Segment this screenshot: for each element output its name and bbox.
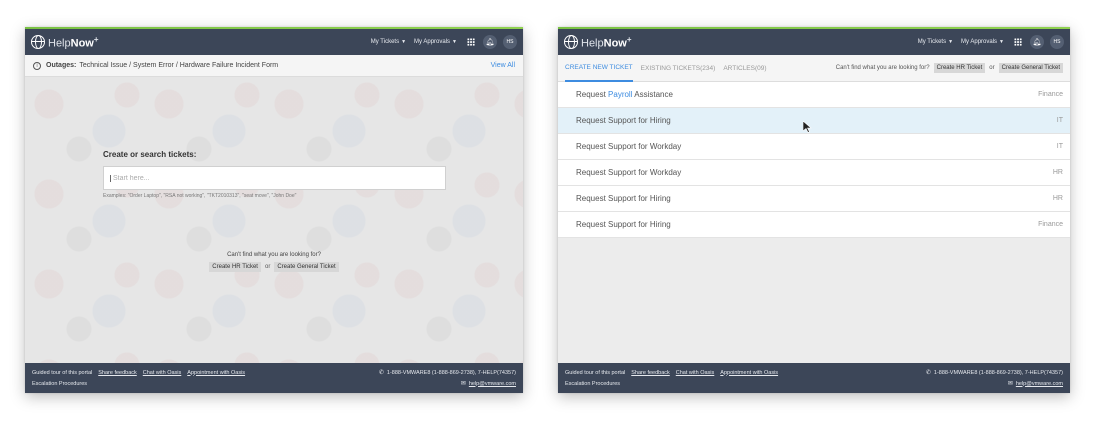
chat-oasis-link[interactable]: Chat with Oasis	[676, 370, 715, 376]
search-input[interactable]	[110, 174, 439, 182]
search-box	[103, 166, 446, 190]
escalation-link[interactable]: Escalation Procedures	[32, 381, 87, 387]
phone-number: 1-888-VMWARE8 (1-888-869-2738), 7-HELP(7…	[933, 369, 1063, 376]
globe-icon	[564, 35, 578, 49]
my-approvals-menu[interactable]: My Approvals ▼	[961, 39, 1004, 45]
ticket-department: IT	[1056, 143, 1063, 150]
email-link[interactable]: help@vmware.com	[469, 381, 516, 387]
search-hero: Create or search tickets: Examples: "Ord…	[25, 77, 523, 363]
top-navbar: HelpNow+ My Tickets ▼ My Approvals ▼ 🔔︎ HS	[25, 29, 523, 55]
outage-label: Outages:	[46, 62, 77, 69]
share-feedback-link[interactable]: Share feedback	[631, 370, 670, 376]
create-ticket-buttons: Create HR Ticket or Create General Ticke…	[25, 262, 523, 272]
guided-tour-link[interactable]: Guided tour of this portal	[32, 370, 92, 376]
or-text: or	[264, 264, 271, 270]
appointment-oasis-link[interactable]: Appointment with Oasis	[187, 370, 245, 376]
list-item[interactable]: Request Payroll Assistance Finance	[558, 82, 1070, 108]
my-tickets-menu[interactable]: My Tickets ▼	[918, 39, 953, 45]
ticket-title: Request Support for Hiring	[576, 194, 671, 203]
helpnow-logo[interactable]: HelpNow+	[31, 34, 99, 50]
avatar[interactable]: HS	[503, 35, 517, 49]
tab-articles[interactable]: ARTICLES(09)	[723, 55, 766, 82]
logo-text: HelpNow+	[48, 34, 99, 50]
chevron-down-icon: ▼	[948, 39, 954, 45]
list-item[interactable]: Request Support for Hiring Finance	[558, 212, 1070, 238]
chat-oasis-link[interactable]: Chat with Oasis	[143, 370, 182, 376]
helpnow-logo[interactable]: HelpNow+	[564, 34, 632, 50]
ticket-department: Finance	[1038, 221, 1063, 228]
list-item[interactable]: Request Support for Workday IT	[558, 134, 1070, 160]
ticket-department: Finance	[1038, 91, 1063, 98]
info-icon: i	[33, 61, 41, 70]
my-approvals-label: My Approvals	[414, 39, 451, 45]
chevron-down-icon: ▼	[452, 39, 457, 45]
hero-title: Create or search tickets:	[103, 150, 197, 159]
my-tickets-label: My Tickets	[917, 39, 947, 45]
ticket-department: IT	[1056, 117, 1063, 124]
my-approvals-menu[interactable]: My Approvals ▼	[414, 39, 457, 45]
my-tickets-label: My Tickets	[370, 39, 400, 45]
create-hr-ticket-button[interactable]: Create HR Ticket	[933, 63, 986, 73]
helpnow-results-window: HelpNow+ My Tickets ▼ My Approvals ▼ 🔔︎ HS…	[558, 27, 1070, 393]
tab-existing-tickets[interactable]: EXISTING TICKETS(234)	[641, 55, 716, 82]
ticket-department: HR	[1052, 195, 1063, 202]
cant-find-text: Can't find what you are looking for?	[835, 65, 930, 71]
ticket-title: Request Payroll Assistance	[576, 90, 673, 99]
list-item[interactable]: Request Support for Workday HR	[558, 160, 1070, 186]
tab-create-new-ticket[interactable]: CREATE NEW TICKET	[565, 55, 633, 82]
list-item[interactable]: Request Support for Hiring IT	[558, 108, 1070, 134]
my-tickets-menu[interactable]: My Tickets ▼	[371, 39, 406, 45]
grid-icon[interactable]	[467, 38, 475, 46]
guided-tour-link[interactable]: Guided tour of this portal	[565, 370, 625, 376]
escalation-link[interactable]: Escalation Procedures	[565, 381, 620, 387]
or-text: or	[989, 65, 995, 71]
footer: Guided tour of this portal Share feedbac…	[558, 363, 1070, 393]
appointment-oasis-link[interactable]: Appointment with Oasis	[720, 370, 778, 376]
ticket-title: Request Support for Hiring	[576, 116, 671, 125]
footer: Guided tour of this portal Share feedbac…	[25, 363, 523, 393]
phone-icon: ✆	[378, 370, 384, 376]
ticket-department: HR	[1052, 169, 1063, 176]
outage-banner: i Outages: Technical Issue / System Erro…	[25, 55, 523, 77]
helpnow-home-window: HelpNow+ My Tickets ▼ My Approvals ▼ 🔔︎ HS…	[25, 27, 523, 393]
list-item[interactable]: Request Support for Hiring HR	[558, 186, 1070, 212]
search-examples: Examples: "Order Laptop", "RSA not worki…	[103, 193, 297, 199]
cant-find-group: Can't find what you are looking for? Cre…	[836, 63, 1063, 73]
create-general-ticket-button[interactable]: Create General Ticket	[274, 262, 339, 272]
mouse-pointer-icon	[803, 121, 812, 133]
email-link[interactable]: help@vmware.com	[1016, 381, 1063, 387]
share-feedback-link[interactable]: Share feedback	[98, 370, 137, 376]
create-general-ticket-button[interactable]: Create General Ticket	[998, 63, 1063, 73]
phone-number: 1-888-VMWARE8 (1-888-869-2738), 7-HELP(7…	[386, 369, 516, 376]
grid-icon[interactable]	[1014, 38, 1022, 46]
cant-find-text: Can't find what you are looking for?	[227, 252, 321, 258]
chevron-down-icon: ▼	[999, 39, 1004, 45]
tabs-bar: CREATE NEW TICKET EXISTING TICKETS(234) …	[558, 55, 1070, 82]
globe-icon	[31, 35, 45, 49]
outage-text: Technical Issue / System Error / Hardwar…	[79, 62, 279, 69]
view-all-link[interactable]: View All	[491, 62, 515, 69]
chevron-down-icon: ▼	[401, 39, 407, 45]
mail-icon: ✉	[1007, 381, 1013, 387]
create-hr-ticket-button[interactable]: Create HR Ticket	[209, 262, 261, 272]
phone-icon: ✆	[925, 370, 931, 376]
bell-icon[interactable]: 🔔︎	[483, 35, 497, 49]
my-approvals-label: My Approvals	[961, 39, 998, 45]
ticket-title: Request Support for Workday	[576, 168, 682, 177]
logo-text: HelpNow+	[581, 34, 632, 50]
ticket-title: Request Support for Hiring	[576, 220, 671, 229]
mail-icon: ✉	[460, 381, 466, 387]
ticket-suggestion-list: Request Payroll Assistance Finance Reque…	[558, 82, 1070, 238]
bell-icon[interactable]: 🔔︎	[1030, 35, 1044, 49]
top-navbar: HelpNow+ My Tickets ▼ My Approvals ▼ 🔔︎ HS	[558, 29, 1070, 55]
avatar[interactable]: HS	[1050, 35, 1064, 49]
ticket-title: Request Support for Workday	[576, 142, 682, 151]
